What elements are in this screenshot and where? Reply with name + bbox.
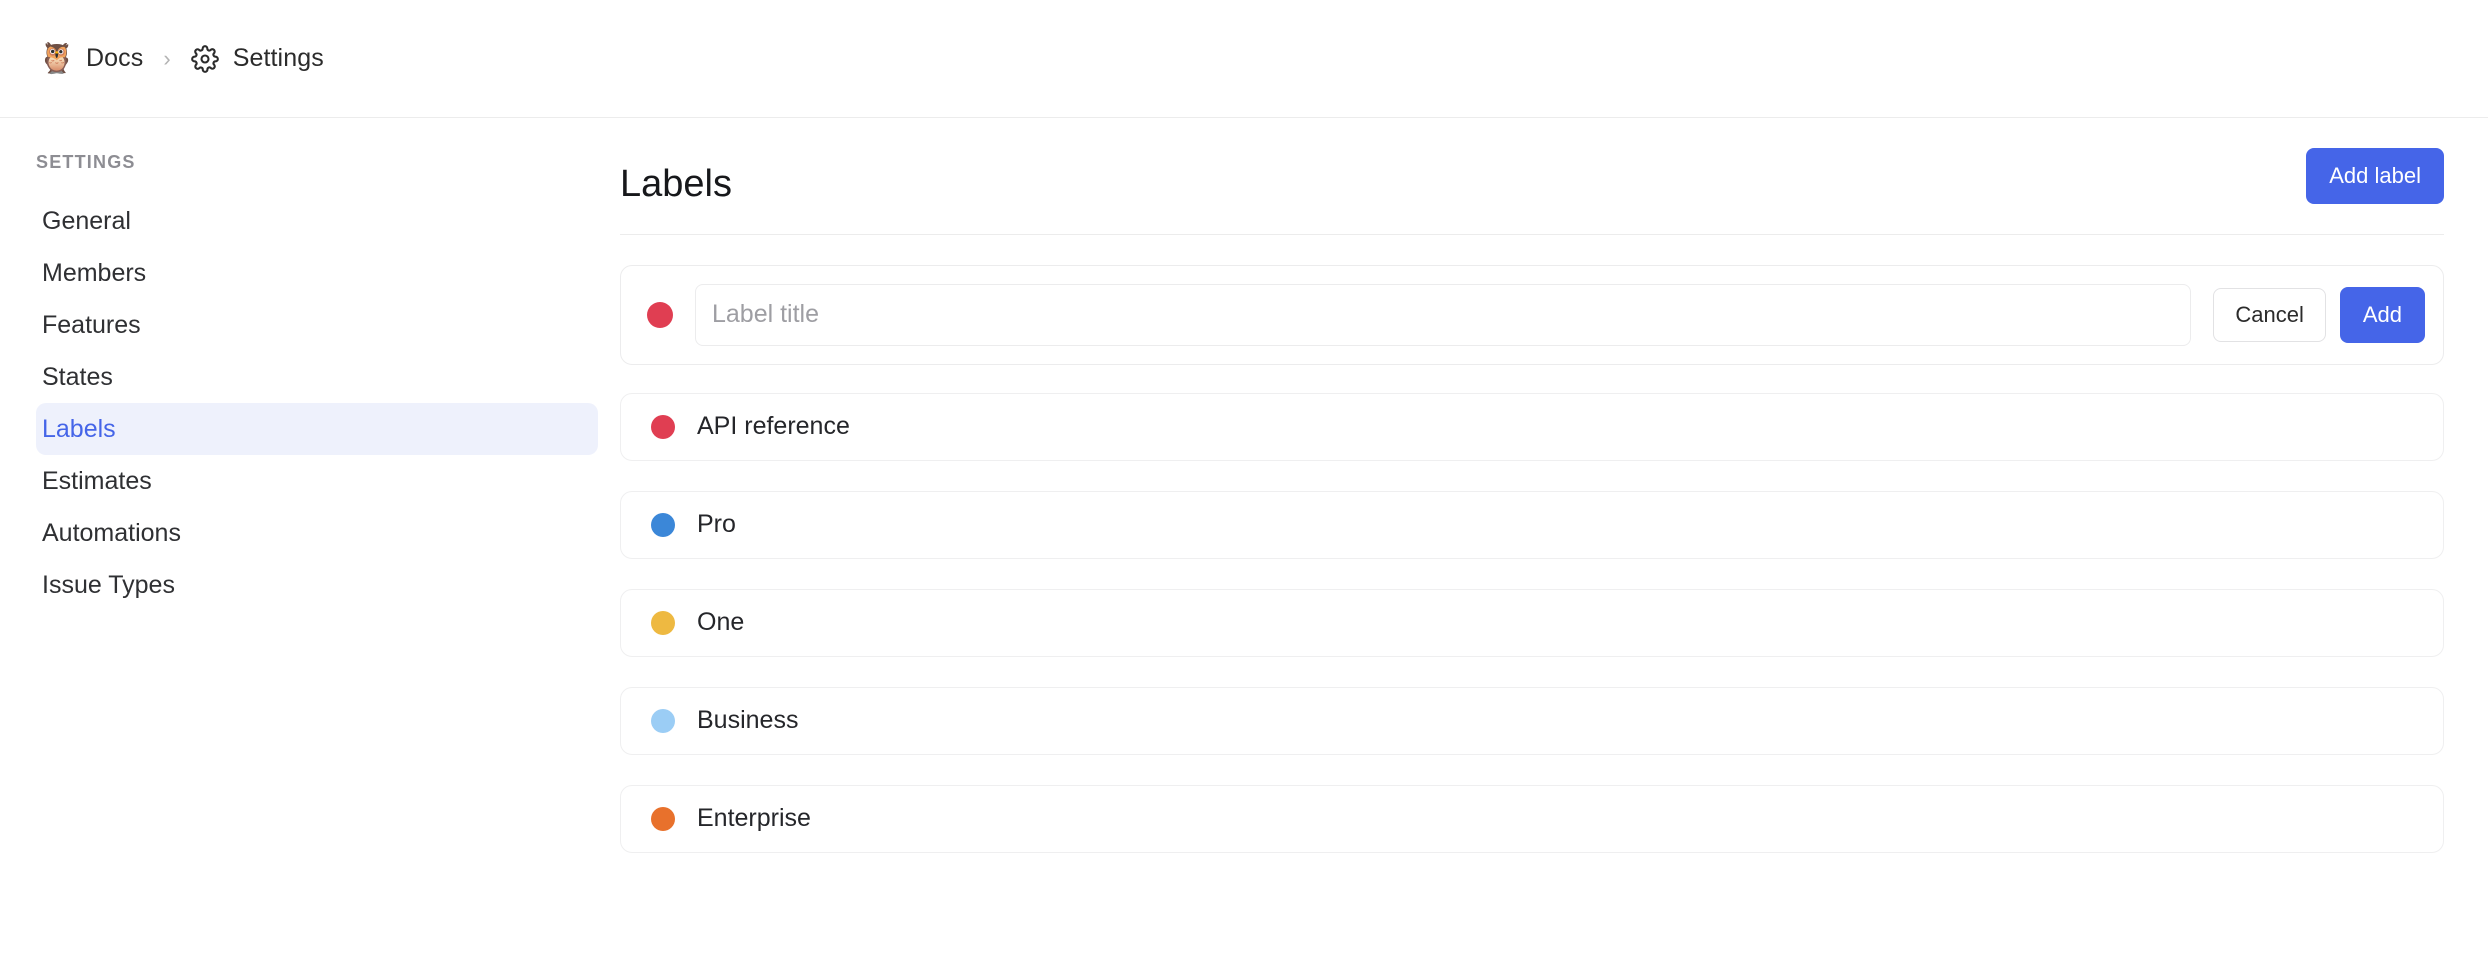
- header-divider: [620, 233, 2444, 235]
- sidebar-item-label: States: [42, 362, 113, 391]
- labels-panel: Labels Add label Cancel Add API referenc…: [620, 118, 2488, 980]
- label-color-swatch: [651, 414, 675, 439]
- breadcrumb-settings-label: Settings: [232, 44, 324, 72]
- label-name: Enterprise: [697, 804, 811, 833]
- page-layout: SETTINGS General Members Features States…: [0, 118, 2488, 980]
- breadcrumb-bar: 🦉 Docs › Settings: [0, 0, 2488, 118]
- label-color-swatch: [651, 610, 675, 635]
- sidebar-item-label: Labels: [42, 414, 116, 443]
- sidebar-item-labels[interactable]: Labels: [36, 403, 598, 455]
- settings-sidebar: SETTINGS General Members Features States…: [0, 118, 620, 980]
- sidebar-item-label: General: [42, 206, 131, 235]
- sidebar-item-label: Automations: [42, 518, 181, 547]
- labels-list: API reference Pro One Business Enterprise: [620, 392, 2444, 853]
- sidebar-item-issue-types[interactable]: Issue Types: [36, 559, 598, 611]
- label-color-swatch: [651, 806, 675, 831]
- label-row[interactable]: One: [620, 588, 2444, 657]
- sidebar-item-features[interactable]: Features: [36, 299, 598, 351]
- create-label-form: Cancel Add: [620, 264, 2444, 365]
- breadcrumb: 🦉 Docs › Settings: [36, 38, 330, 80]
- breadcrumb-workspace-label: Docs: [86, 44, 144, 72]
- label-row[interactable]: Enterprise: [620, 784, 2444, 853]
- label-name: Pro: [697, 510, 736, 539]
- label-title-input[interactable]: [695, 283, 2192, 346]
- sidebar-item-label: Issue Types: [42, 570, 175, 599]
- sidebar-item-label: Members: [42, 258, 147, 287]
- label-row[interactable]: Business: [620, 686, 2444, 755]
- label-color-swatch: [651, 708, 675, 733]
- label-color-swatch: [651, 512, 675, 537]
- sidebar-item-label: Estimates: [42, 466, 152, 495]
- sidebar-item-general[interactable]: General: [36, 195, 598, 247]
- sidebar-item-members[interactable]: Members: [36, 247, 598, 299]
- sidebar-item-estimates[interactable]: Estimates: [36, 455, 598, 507]
- gear-icon: [190, 44, 219, 73]
- sidebar-item-states[interactable]: States: [36, 351, 598, 403]
- label-name: API reference: [697, 412, 850, 441]
- label-row[interactable]: API reference: [620, 392, 2444, 461]
- add-label-button[interactable]: Add label: [2306, 148, 2444, 204]
- owl-icon: 🦉: [38, 41, 76, 75]
- add-button[interactable]: Add: [2339, 286, 2425, 343]
- sidebar-heading: SETTINGS: [36, 152, 136, 172]
- labels-header: Labels Add label: [620, 148, 2444, 208]
- sidebar-item-label: Features: [42, 310, 141, 339]
- sidebar-item-automations[interactable]: Automations: [36, 507, 598, 559]
- create-label-actions: Cancel Add: [2213, 286, 2425, 343]
- chevron-right-icon: ›: [163, 45, 171, 71]
- label-name: One: [697, 608, 745, 637]
- label-color-swatch[interactable]: [647, 301, 673, 328]
- label-row[interactable]: Pro: [620, 490, 2444, 559]
- breadcrumb-item-workspace[interactable]: 🦉 Docs: [36, 38, 149, 80]
- breadcrumb-item-settings[interactable]: Settings: [185, 40, 330, 77]
- label-name: Business: [697, 706, 799, 735]
- page-title: Labels: [620, 163, 732, 205]
- cancel-button[interactable]: Cancel: [2213, 287, 2326, 342]
